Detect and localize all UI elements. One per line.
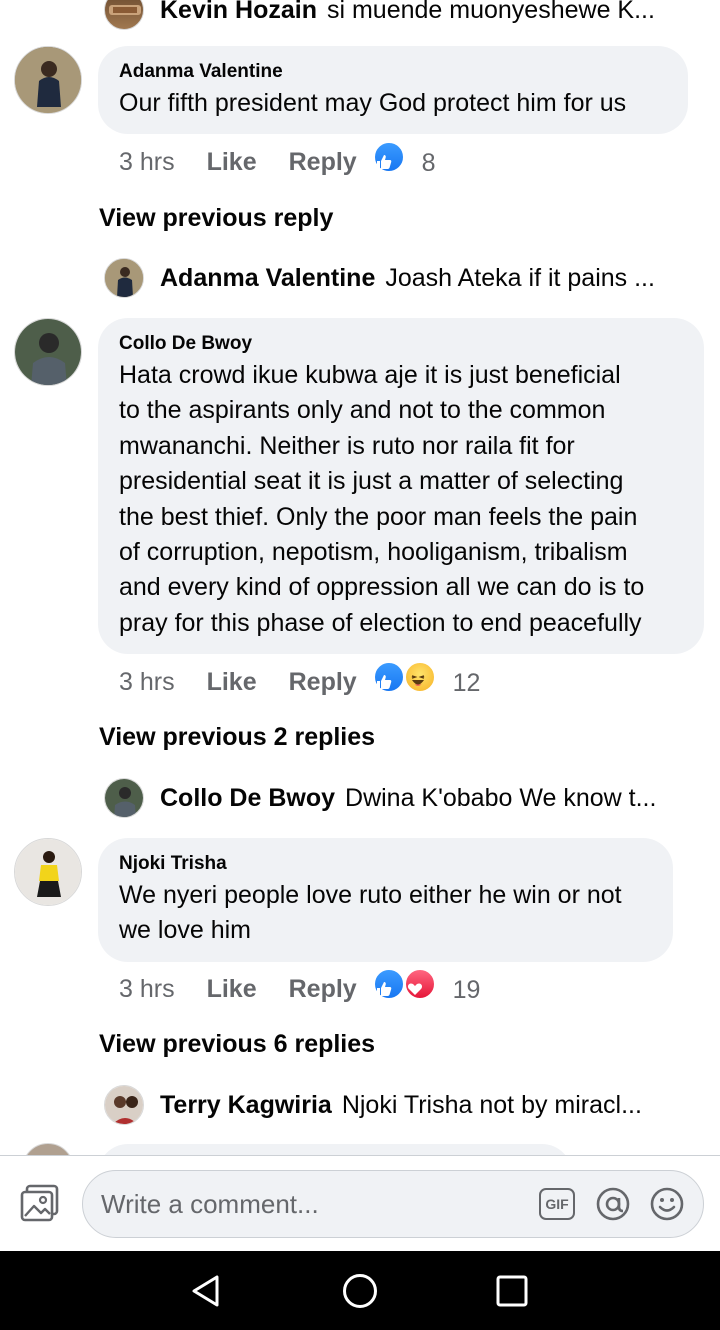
comment-text-line: to the aspirants only and not to the com… [119, 396, 606, 425]
comment-text-line: We nyeri people love ruto either he win … [119, 881, 622, 909]
reply-text: Dwina K'obabo We know t... [345, 784, 657, 812]
avatar[interactable] [14, 838, 82, 906]
reply-preview[interactable]: Collo De Bwoy Dwina K'obabo We know t... [104, 778, 656, 818]
like-button[interactable]: Like [207, 142, 257, 182]
comment-bubble[interactable]: Collo De Bwoy Hata crowd ikue kubwa aje … [98, 318, 704, 654]
avatar[interactable] [14, 318, 82, 386]
avatar[interactable] [104, 778, 144, 818]
reactions[interactable]: 8 [372, 141, 436, 183]
comment-author[interactable]: Collo De Bwoy [119, 332, 683, 356]
reply-text: Njoki Trisha not by miracl... [341, 1091, 642, 1119]
avatar[interactable] [104, 258, 144, 298]
home-icon[interactable] [340, 1271, 380, 1311]
mention-icon[interactable] [595, 1186, 631, 1222]
comment-text-line: and every kind of oppression all we can … [119, 573, 645, 602]
reply-text: si muende muonyeshewe K... [326, 0, 655, 24]
comment-text-line: Hata crowd ikue kubwa aje it is just ben… [119, 361, 621, 389]
reply-preview[interactable]: Kevin Hozain si muende muonyeshewe K... [104, 0, 655, 30]
comment-actions: 3 hrs Like Reply 19 [119, 968, 481, 1010]
comment-author[interactable]: Njoki Trisha [119, 852, 652, 876]
composer-bar: GIF [0, 1155, 720, 1251]
comment-text-line: the best thief. Only the poor man feels … [119, 502, 638, 531]
comment-text: Our fifth president may God protect him … [119, 89, 627, 117]
reply-author[interactable]: Kevin Hozain [160, 0, 317, 28]
reaction-count: 8 [421, 149, 436, 177]
comment-bubble[interactable]: Adanma Valentine Our fifth president may… [98, 46, 688, 134]
reply-author[interactable]: Terry Kagwiria [160, 1087, 332, 1123]
reply-author[interactable]: Adanma Valentine [160, 260, 375, 296]
timestamp: 3 hrs [119, 975, 175, 1003]
view-previous-replies-link[interactable]: View previous 2 replies [99, 719, 375, 755]
comment-text: We nyeri people love ruto either he win … [119, 878, 652, 949]
like-button[interactable]: Like [207, 969, 257, 1009]
emoji-icon[interactable] [649, 1186, 685, 1222]
reply-author[interactable]: Collo De Bwoy [160, 780, 335, 816]
comment-actions: 3 hrs Like Reply 8 [119, 141, 436, 183]
reply-preview[interactable]: Adanma Valentine Joash Ateka if it pains… [104, 258, 655, 298]
comment-composer[interactable]: GIF [82, 1170, 704, 1238]
like-icon [372, 141, 405, 173]
comment-text-line: we love him [119, 916, 251, 945]
view-previous-replies-link[interactable]: View previous 6 replies [99, 1026, 375, 1062]
comment-text-line: pray for this phase of election to end p… [119, 608, 642, 637]
reactions[interactable]: 12 [372, 661, 481, 703]
reply-button[interactable]: Reply [289, 969, 357, 1009]
photo-icon[interactable] [18, 1183, 62, 1223]
recents-icon[interactable] [492, 1271, 532, 1311]
comment-bubble[interactable]: Njoki Trisha We nyeri people love ruto e… [98, 838, 673, 962]
gif-icon[interactable]: GIF [539, 1188, 575, 1220]
avatar[interactable] [104, 0, 144, 30]
like-button[interactable]: Like [207, 662, 257, 702]
view-previous-replies-link[interactable]: View previous reply [99, 200, 333, 236]
reply-button[interactable]: Reply [289, 662, 357, 702]
reply-button[interactable]: Reply [289, 142, 357, 182]
reaction-count: 12 [452, 669, 481, 697]
avatar[interactable] [104, 1085, 144, 1125]
reactions[interactable]: 19 [372, 968, 481, 1010]
love-icon [403, 968, 436, 1000]
comment-text: Hata crowd ikue kubwa aje it is just ben… [119, 358, 683, 641]
system-navigation-bar [0, 1251, 720, 1330]
like-icon [372, 968, 405, 1000]
timestamp: 3 hrs [119, 668, 175, 696]
comment-author[interactable]: Adanma Valentine [119, 60, 667, 84]
comment-actions: 3 hrs Like Reply 12 [119, 661, 481, 703]
haha-icon [403, 661, 436, 693]
gif-label: GIF [545, 1196, 569, 1212]
avatar[interactable] [14, 46, 82, 114]
comment-text-line: of corruption, nepotism, hooliganism, tr… [119, 538, 628, 567]
reaction-count: 19 [452, 976, 481, 1004]
comment-text-line: presidential seat it is just a matter of… [119, 467, 624, 496]
comment-text-line: mwananchi. Neither is ruto nor raila fit… [119, 431, 575, 460]
timestamp: 3 hrs [119, 148, 175, 176]
comment-input[interactable] [101, 1188, 539, 1220]
back-icon[interactable] [186, 1271, 226, 1311]
reply-text: Joash Ateka if it pains ... [385, 264, 655, 292]
divider [0, 1155, 720, 1156]
reply-preview[interactable]: Terry Kagwiria Njoki Trisha not by mirac… [104, 1085, 642, 1125]
like-icon [372, 661, 405, 693]
